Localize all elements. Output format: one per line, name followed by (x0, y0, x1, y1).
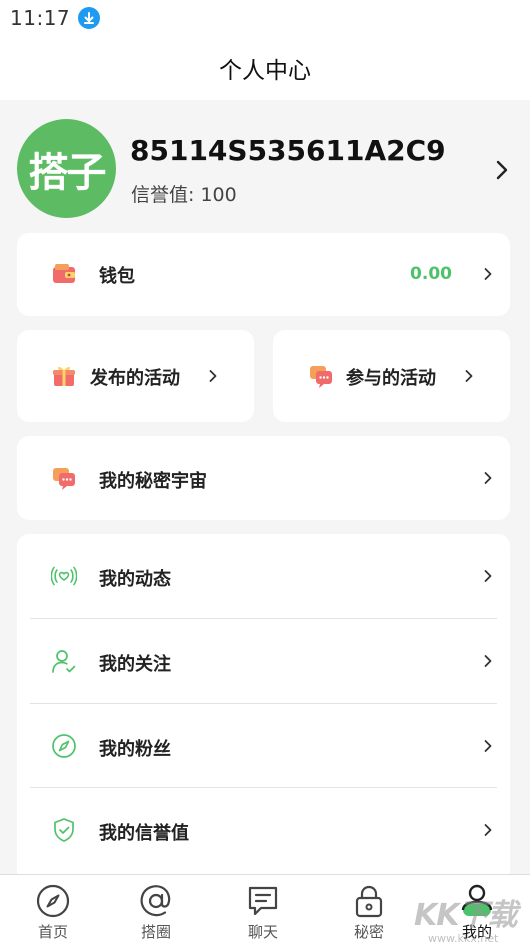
page-title: 个人中心 (219, 58, 311, 84)
chevron-right-icon (484, 740, 492, 752)
chevron-right-icon (484, 655, 492, 667)
at-icon (140, 885, 171, 917)
chat-bubbles-icon (310, 366, 332, 388)
list-item-label: 我的动态 (99, 569, 171, 590)
avatar[interactable]: 搭子 (17, 119, 116, 218)
compass-icon (52, 734, 76, 758)
tab-label: 聊天 (247, 923, 278, 941)
gift-icon (53, 366, 75, 386)
wallet-value: 0.00 (410, 264, 452, 284)
download-arrow-icon (78, 7, 101, 29)
reputation-text: 信誉值: 100 (131, 184, 237, 206)
list-item-label: 我的关注 (99, 654, 171, 675)
list-item-following[interactable]: 我的关注 (17, 619, 510, 703)
tab-circle[interactable]: 搭圈 (103, 875, 209, 948)
page-header: 个人中心 (0, 36, 530, 100)
shield-check-icon (54, 818, 74, 842)
tab-chat[interactable]: 聊天 (210, 875, 316, 948)
wallet-icon (53, 264, 75, 283)
tab-mine[interactable]: 我的 (424, 875, 530, 948)
lock-icon (355, 885, 383, 918)
secret-universe-card[interactable]: 我的秘密宇宙 (17, 436, 510, 520)
chevron-right-icon (209, 370, 217, 382)
bottom-tab-bar: 首页 搭圈 聊天 秘密 我的 (0, 874, 530, 948)
compass-icon (36, 884, 70, 918)
tab-label: 秘密 (353, 923, 384, 941)
menu-list-card: 我的动态 我的关注 我的粉丝 我的信誉值 (17, 534, 510, 874)
broadcast-heart-icon (51, 566, 77, 586)
status-time: 11:17 (10, 6, 71, 30)
tab-home[interactable]: 首页 (0, 875, 106, 948)
tab-label: 搭圈 (140, 923, 171, 941)
list-item-label: 我的信誉值 (99, 823, 189, 844)
message-icon (248, 886, 278, 916)
tab-label: 我的 (461, 923, 492, 941)
secret-universe-label: 我的秘密宇宙 (99, 471, 207, 492)
joined-activities-card[interactable]: 参与的活动 (273, 330, 510, 422)
profile-section[interactable]: 搭子 85114S535611A2C9 信誉值: 100 (0, 100, 530, 230)
published-activities-label: 发布的活动 (90, 368, 180, 389)
chevron-right-icon[interactable] (494, 158, 510, 182)
chevron-right-icon (484, 268, 492, 280)
list-item-reputation[interactable]: 我的信誉值 (17, 788, 510, 872)
wallet-label: 钱包 (99, 266, 135, 287)
list-item-label: 我的粉丝 (99, 739, 171, 760)
list-item-fans[interactable]: 我的粉丝 (17, 704, 510, 788)
user-id: 85114S535611A2C9 (130, 134, 446, 167)
list-item-my-posts[interactable]: 我的动态 (17, 534, 510, 618)
chevron-right-icon (484, 570, 492, 582)
tab-label: 首页 (37, 923, 68, 941)
user-check-icon (52, 650, 76, 673)
chat-bubbles-icon (53, 468, 75, 490)
chevron-right-icon (484, 472, 492, 484)
tab-secret[interactable]: 秘密 (316, 875, 422, 948)
user-icon (461, 884, 493, 916)
chevron-right-icon (484, 824, 492, 836)
status-bar: 11:17 (0, 0, 530, 36)
chevron-right-icon (465, 370, 473, 382)
avatar-text: 搭子 (28, 149, 107, 196)
joined-activities-label: 参与的活动 (346, 368, 436, 389)
published-activities-card[interactable]: 发布的活动 (17, 330, 254, 422)
wallet-card[interactable]: 钱包 0.00 (17, 233, 510, 316)
